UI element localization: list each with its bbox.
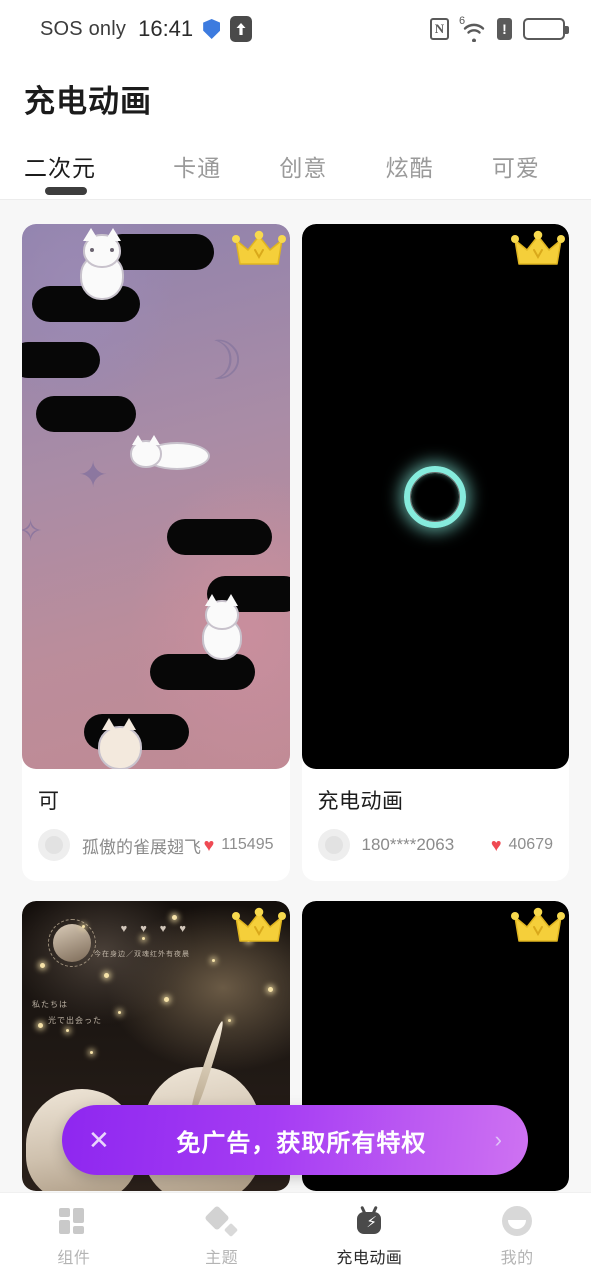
nav-label: 充电动画 xyxy=(336,1249,403,1267)
alert-icon: ! xyxy=(497,18,512,40)
wifi-icon: 6 xyxy=(459,15,486,42)
grid-column-left: ☽ ✦ ✧ 可 孤傲的雀展翅飞 ♥ 115495 ♥ ♥ ♥ ♥ 今在身边／双魂… xyxy=(22,224,290,1191)
cat-illustration xyxy=(128,434,214,474)
category-tabs: 二次元 卡通 创意 炫酷 可爱 xyxy=(0,149,591,199)
crown-badge-icon xyxy=(511,907,565,942)
theme-icon xyxy=(203,1204,238,1237)
nav-item-widgets[interactable]: 组件 xyxy=(0,1206,148,1268)
animation-card[interactable]: ☽ ✦ ✧ 可 孤傲的雀展翅飞 ♥ 115495 xyxy=(22,224,290,881)
like-count: 115495 xyxy=(221,836,274,853)
card-title: 充电动画 xyxy=(317,790,404,813)
animation-card[interactable]: 充电动画 180****2063 ♥ 40679 xyxy=(301,224,569,881)
widget-icon xyxy=(58,1206,89,1236)
battery-icon xyxy=(523,18,569,40)
nav-label: 主题 xyxy=(205,1249,239,1267)
nav-label: 组件 xyxy=(57,1249,91,1267)
grid-column-right: 充电动画 180****2063 ♥ 40679 xyxy=(301,224,569,1191)
status-bar-right: N 6 ! xyxy=(430,15,569,42)
overlay-caption: 今在身边／双魂红外有夜晨 xyxy=(94,951,190,958)
promo-banner-text: 免广告，获取所有特权 xyxy=(176,1129,427,1157)
tab-active-indicator xyxy=(45,187,87,195)
profile-icon xyxy=(502,1205,533,1236)
author-name: 180****2063 xyxy=(361,835,455,854)
crown-badge-icon xyxy=(511,230,565,265)
app-screen: SOS only 16:41 N 6 ! 充电动画 二次元 卡通 创意 炫酷 可… xyxy=(0,0,591,1280)
card-author-row: 180****2063 ♥ 40679 xyxy=(317,829,553,861)
author-name: 孤傲的雀展翅飞 xyxy=(82,837,201,857)
like-counter[interactable]: ♥ 115495 xyxy=(204,836,274,854)
avatar xyxy=(38,829,70,861)
upload-arrow-icon xyxy=(230,16,253,42)
animation-grid[interactable]: ☽ ✦ ✧ 可 孤傲的雀展翅飞 ♥ 115495 ♥ ♥ ♥ ♥ 今在身边／双魂… xyxy=(0,200,591,1191)
star-decoration: ✧ xyxy=(22,515,44,548)
tab-label: 创意 xyxy=(279,155,328,181)
tab-label: 卡通 xyxy=(173,155,222,181)
tab-katong[interactable]: 卡通 xyxy=(144,149,250,199)
heart-icon: ♥ xyxy=(203,835,215,855)
nfc-icon: N xyxy=(430,18,449,40)
promo-banner[interactable]: ✕ 免广告，获取所有特权 › xyxy=(62,1105,528,1175)
nav-item-themes[interactable]: 主题 xyxy=(148,1204,296,1268)
page-header: 充电动画 二次元 卡通 创意 炫酷 可爱 xyxy=(0,58,591,200)
tab-label: 二次元 xyxy=(24,155,96,181)
overlay-caption: 私たちは xyxy=(32,1000,68,1009)
crown-badge-icon xyxy=(231,907,286,942)
bottom-navigation: 组件 主题 ⚡ 充电动画 我的 xyxy=(0,1192,591,1280)
charging-animation-icon: ⚡ xyxy=(354,1205,384,1236)
like-counter[interactable]: ♥ 40679 xyxy=(491,836,553,854)
card-thumbnail[interactable]: ☽ ✦ ✧ xyxy=(22,224,290,769)
avatar xyxy=(317,829,350,861)
hearts-decoration: ♥ ♥ ♥ ♥ xyxy=(120,923,191,935)
cat-illustration xyxy=(90,706,150,769)
overlay-caption: 光で出会った xyxy=(48,1016,102,1025)
card-meta: 可 孤傲的雀展翅飞 ♥ 115495 xyxy=(22,769,290,881)
chevron-right-icon[interactable]: › xyxy=(495,1127,502,1153)
card-meta: 充电动画 180****2063 ♥ 40679 xyxy=(301,769,569,881)
star-decoration: ✦ xyxy=(78,454,109,495)
nav-item-profile[interactable]: 我的 xyxy=(443,1205,591,1268)
tab-keai[interactable]: 可爱 xyxy=(463,149,569,199)
tab-chuangyi[interactable]: 创意 xyxy=(250,149,356,199)
thumbnail-artwork-cats: ☽ ✦ ✧ xyxy=(22,224,290,769)
charging-ring-graphic xyxy=(404,465,467,528)
tab-erciyuan[interactable]: 二次元 xyxy=(24,149,144,199)
cat-illustration xyxy=(70,228,134,302)
carrier-label: SOS only xyxy=(40,17,127,40)
portrait-thumb xyxy=(53,924,91,962)
heart-icon: ♥ xyxy=(490,835,502,855)
card-thumbnail[interactable] xyxy=(301,224,569,769)
tab-label: 炫酷 xyxy=(385,155,434,181)
crown-badge-icon xyxy=(231,230,286,265)
status-bar: SOS only 16:41 N 6 ! xyxy=(0,0,591,58)
like-count: 40679 xyxy=(508,836,554,853)
card-title: 可 xyxy=(38,790,60,813)
shield-icon xyxy=(203,19,221,39)
tab-label: 可爱 xyxy=(491,155,540,181)
nav-label: 我的 xyxy=(500,1249,534,1267)
moon-decoration: ☽ xyxy=(195,331,244,391)
cat-illustration xyxy=(194,594,250,660)
page-title: 充电动画 xyxy=(24,84,152,119)
nav-item-charging-animation[interactable]: ⚡ 充电动画 xyxy=(296,1205,444,1268)
clock-label: 16:41 xyxy=(138,16,194,41)
status-bar-left: SOS only 16:41 xyxy=(40,16,253,42)
thumbnail-artwork-black xyxy=(301,224,569,769)
tab-xuanku[interactable]: 炫酷 xyxy=(357,149,463,199)
card-author-row: 孤傲的雀展翅飞 ♥ 115495 xyxy=(38,829,274,861)
